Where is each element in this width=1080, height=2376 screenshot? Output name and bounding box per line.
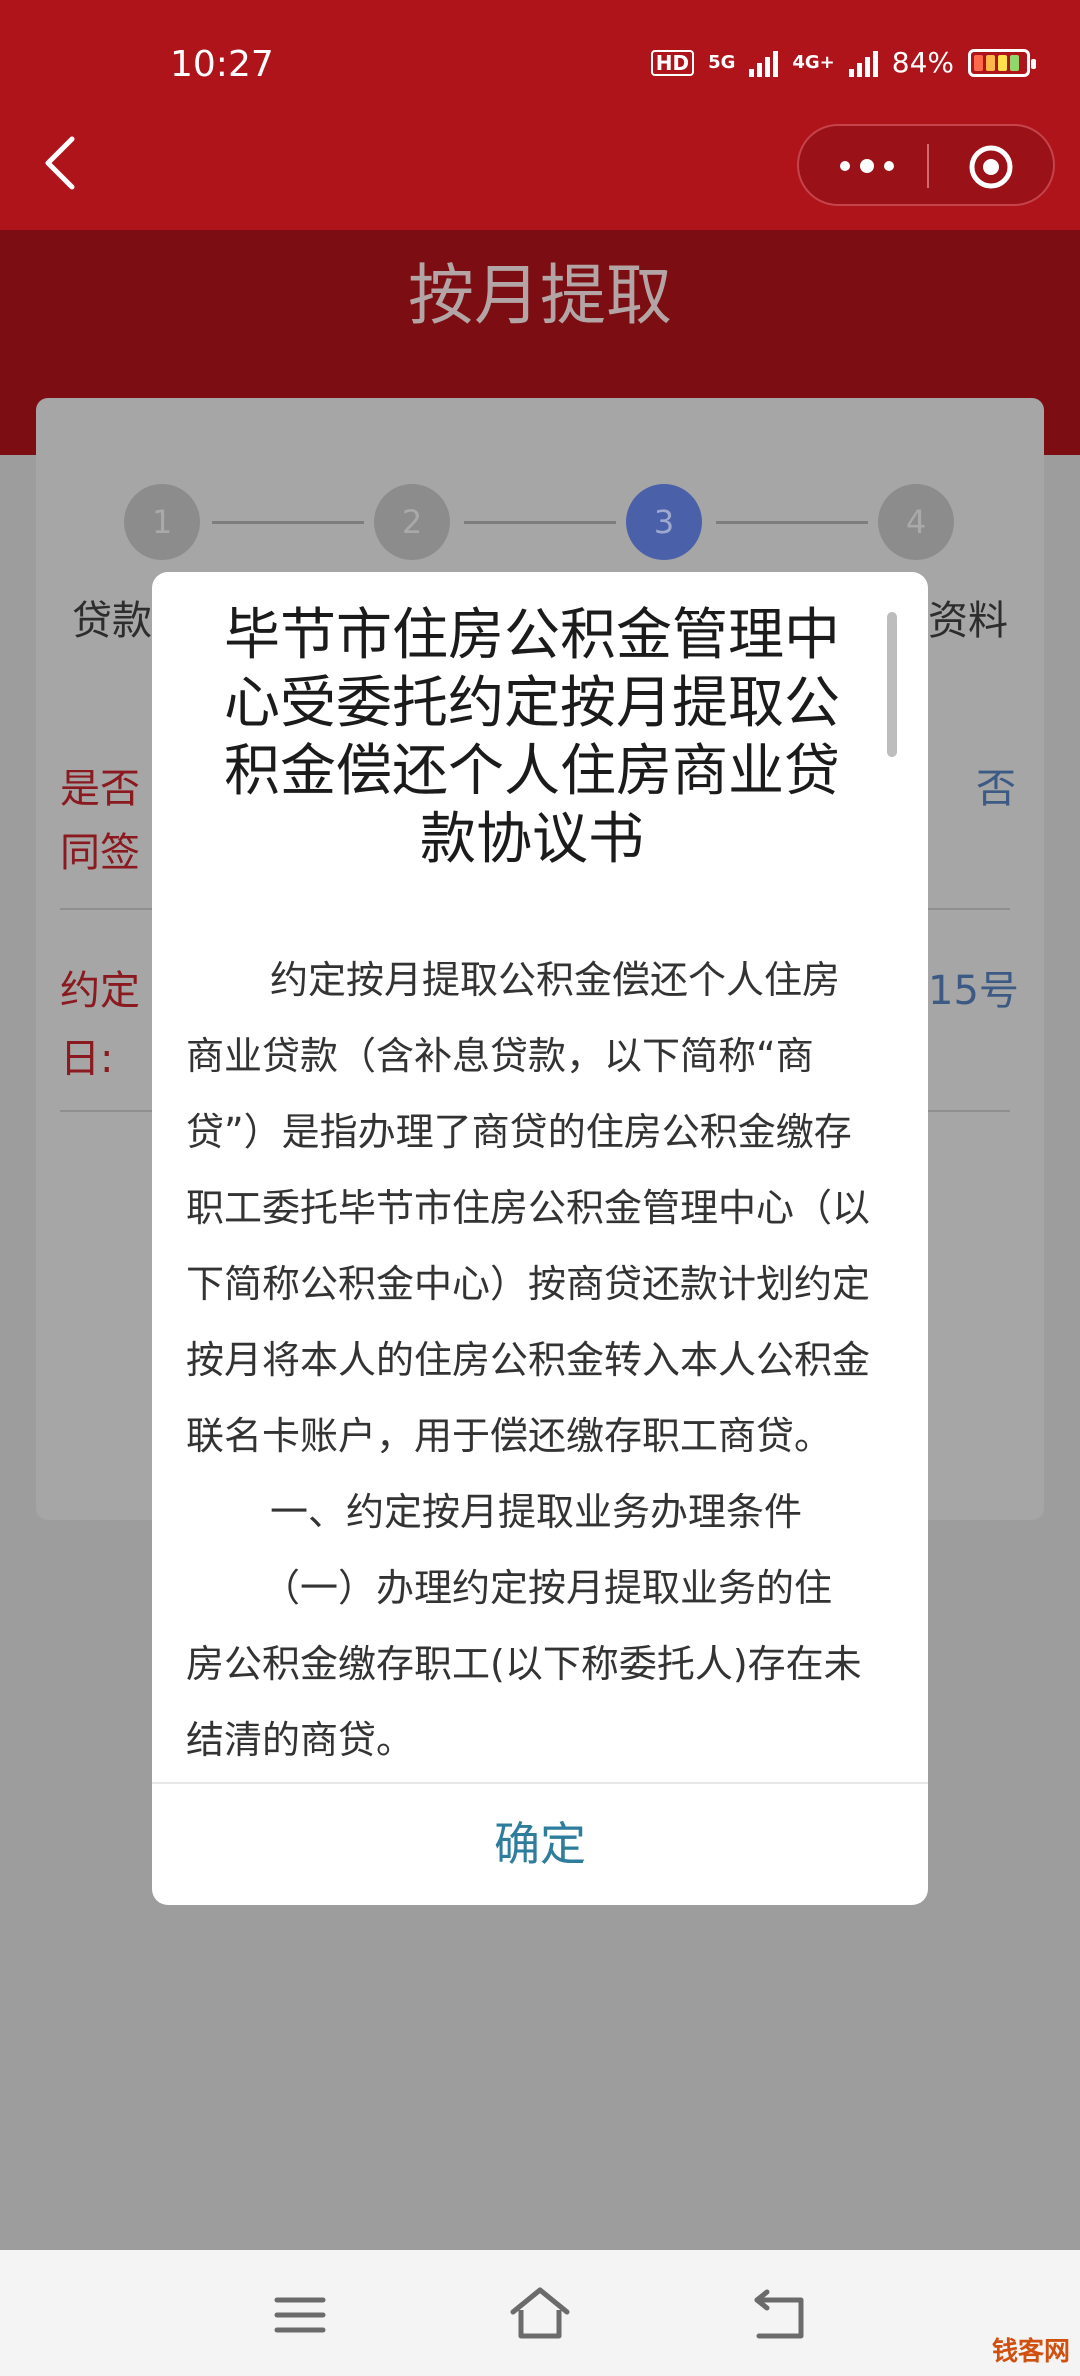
body-line: 下简称公积金中心）按商贷还款计划约定 <box>186 1262 871 1306</box>
body-line: 商业贷款（含补息贷款，以下简称“商 <box>186 1034 814 1078</box>
battery-percent: 84% <box>891 46 954 79</box>
menu-icon[interactable] <box>265 2280 335 2350</box>
network-5g-label: 5G <box>708 51 736 73</box>
step-connector <box>716 521 868 524</box>
back-arrow-icon[interactable] <box>40 133 80 193</box>
status-time: 10:27 <box>170 44 274 85</box>
system-nav-bar: 钱客网 <box>0 2250 1080 2376</box>
row1-label-line2: 同签 <box>60 830 140 876</box>
paragraph: （一）办理约定按月提取业务的住 房公积金缴存职工(以下称委托人)存在未 结清的商… <box>186 1550 896 1778</box>
step-4: 4 <box>878 484 954 560</box>
agreement-dialog: 毕节市住房公积金管理中 心受委托约定按月提取公 积金偿还个人住房商业贷 款协议书… <box>152 572 928 1905</box>
body-line: 一、约定按月提取业务办理条件 <box>270 1490 803 1534</box>
signal-icon-2 <box>848 49 878 77</box>
network-4g-label: 4G+ <box>792 51 835 73</box>
step-1: 1 <box>124 484 200 560</box>
step-2: 2 <box>374 484 450 560</box>
row2-label-line1: 约定 <box>60 968 140 1014</box>
row1-value: 否 <box>976 766 1016 812</box>
body-line: 约定按月提取公积金偿还个人住房 <box>270 958 841 1002</box>
dialog-title-line: 毕节市住房公积金管理中 <box>224 603 840 668</box>
dialog-body[interactable]: 约定按月提取公积金偿还个人住房 商业贷款（含补息贷款，以下简称“商 贷”）是指办… <box>186 942 896 1762</box>
miniprogram-capsule <box>797 124 1055 206</box>
dialog-title-line: 心受委托约定按月提取公 <box>224 671 840 736</box>
section-heading: 一、约定按月提取业务办理条件 <box>186 1474 896 1550</box>
row1-label-line1: 是否 <box>60 766 140 812</box>
row2-value: 15号 <box>928 968 1019 1014</box>
step-4-label: 资料 <box>928 598 1008 644</box>
step-connector <box>464 521 616 524</box>
step-1-label: 贷款 <box>72 598 152 644</box>
hd-icon: HD <box>650 49 695 76</box>
body-line: （一）办理约定按月提取业务的住 <box>262 1566 833 1610</box>
dialog-title-line: 积金偿还个人住房商业贷 <box>224 739 840 804</box>
body-line: 联名卡账户，用于偿还缴存职工商贷。 <box>186 1414 833 1458</box>
page-title: 按月提取 <box>408 257 672 334</box>
body-line: 职工委托毕节市住房公积金管理中心（以 <box>186 1186 871 1230</box>
dialog-scrollbar[interactable] <box>887 612 897 757</box>
body-line: 结清的商贷。 <box>186 1718 415 1762</box>
home-icon[interactable] <box>505 2280 575 2350</box>
screen: 10:27 HD 5G 4G+ 84% 按月提取 1 2 3 4 贷款 资料 是… <box>0 0 1080 2376</box>
status-icons: HD 5G 4G+ 84% <box>650 46 1036 79</box>
body-line: 房公积金缴存职工(以下称委托人)存在未 <box>186 1642 862 1686</box>
dialog-title-line: 款协议书 <box>420 807 644 872</box>
step-connector <box>212 521 364 524</box>
capsule-divider <box>927 144 929 188</box>
close-target-icon[interactable] <box>967 143 1015 191</box>
body-line: 按月将本人的住房公积金转入本人公积金 <box>186 1338 871 1382</box>
confirm-button[interactable]: 确定 <box>152 1784 928 1905</box>
more-icon[interactable] <box>837 158 897 174</box>
top-bar: 10:27 HD 5G 4G+ 84% <box>0 0 1080 230</box>
battery-icon <box>968 48 1036 77</box>
step-3-active: 3 <box>626 484 702 560</box>
row2-label-line2: 日: <box>60 1036 114 1082</box>
body-line: 贷”）是指办理了商贷的住房公积金缴存 <box>186 1110 852 1154</box>
dialog-title: 毕节市住房公积金管理中 心受委托约定按月提取公 积金偿还个人住房商业贷 款协议书 <box>192 602 872 874</box>
watermark-logo: 钱客网 <box>991 2337 1070 2367</box>
paragraph: 约定按月提取公积金偿还个人住房 商业贷款（含补息贷款，以下简称“商 贷”）是指办… <box>186 942 896 1474</box>
signal-icon <box>749 49 779 77</box>
back-nav-icon[interactable] <box>745 2280 815 2350</box>
